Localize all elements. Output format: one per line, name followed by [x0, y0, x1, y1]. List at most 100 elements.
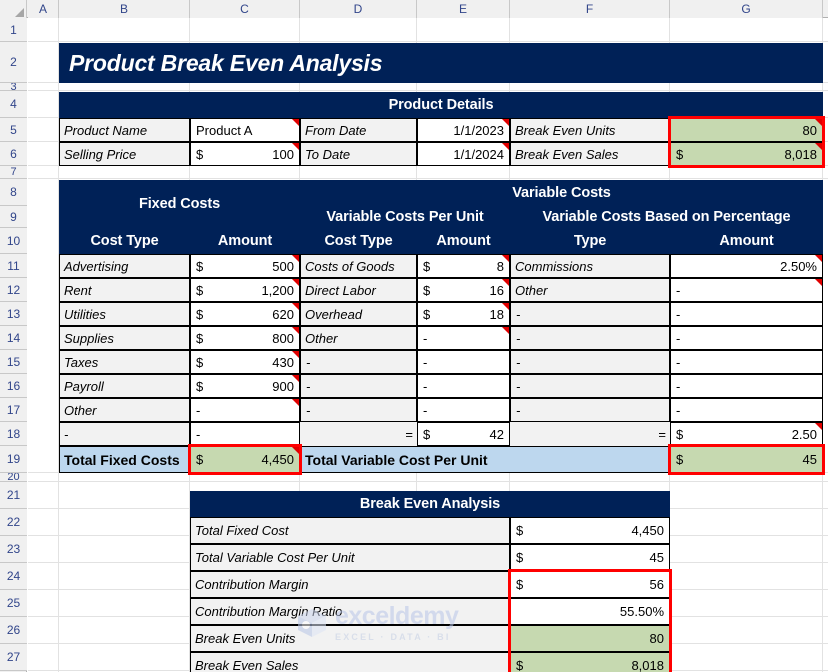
- table-row[interactable]: $ 1,200: [190, 278, 300, 302]
- table-row: Other: [59, 398, 190, 422]
- column-header-c[interactable]: C: [190, 0, 300, 18]
- column-header-b[interactable]: B: [59, 0, 190, 18]
- table-row[interactable]: $ 900: [190, 374, 300, 398]
- fixed-costs-header: Fixed Costs: [59, 180, 300, 228]
- table-row[interactable]: -: [417, 350, 510, 374]
- row-header-1[interactable]: 1: [0, 18, 27, 42]
- amount-value: 800: [272, 330, 294, 346]
- selling-price-label: Selling Price: [59, 142, 190, 166]
- bea-label-contribution-margin: Contribution Margin: [190, 571, 510, 598]
- table-row[interactable]: -: [417, 374, 510, 398]
- amount-value: -: [676, 306, 681, 322]
- bea-value-contribution-margin-ratio[interactable]: 55.50%: [510, 598, 670, 625]
- total-fixed-costs-value[interactable]: $ 4,450: [190, 446, 300, 473]
- from-date-value[interactable]: 1/1/2023: [417, 118, 510, 142]
- currency-symbol: $: [196, 330, 204, 346]
- row-header-7[interactable]: 7: [0, 166, 27, 179]
- row-header-8[interactable]: 8: [0, 179, 27, 206]
- currency-symbol: $: [516, 523, 524, 538]
- table-row[interactable]: 2.50%: [670, 254, 823, 278]
- row-header-25[interactable]: 25: [0, 590, 27, 617]
- table-row[interactable]: $ 800: [190, 326, 300, 350]
- table-row[interactable]: $ 18: [417, 302, 510, 326]
- column-header-f[interactable]: F: [510, 0, 670, 18]
- table-row[interactable]: -: [190, 398, 300, 422]
- column-header-a[interactable]: A: [28, 0, 59, 18]
- sum-number: 2.50: [791, 426, 817, 442]
- variable-per-unit-sum-value[interactable]: $ 42: [417, 422, 510, 446]
- bea-value-break-even-sales[interactable]: $ 8,018: [510, 652, 670, 672]
- variable-costs-per-unit-header: Variable Costs Per Unit: [300, 206, 510, 228]
- column-header-e[interactable]: E: [417, 0, 510, 18]
- total-variable-cost-value[interactable]: $ 45: [670, 446, 823, 473]
- excel-sheet: A B C D E F G 1 2 3 4 5 6 7 8 9 10 11 12…: [0, 0, 828, 672]
- row-header-23[interactable]: 23: [0, 536, 27, 563]
- to-date-value[interactable]: 1/1/2024: [417, 142, 510, 166]
- row-header-17[interactable]: 17: [0, 398, 27, 422]
- bea-value-contribution-margin[interactable]: $ 56: [510, 571, 670, 598]
- table-row: -: [300, 398, 417, 422]
- break-even-units-value-top[interactable]: 80: [670, 118, 823, 142]
- table-row[interactable]: $ 430: [190, 350, 300, 374]
- table-row[interactable]: -: [670, 278, 823, 302]
- table-row: Costs of Goods: [300, 254, 417, 278]
- row-header-15[interactable]: 15: [0, 350, 27, 374]
- bea-value-total-variable-cost[interactable]: $ 45: [510, 544, 670, 571]
- bea-value-break-even-units[interactable]: 80: [510, 625, 670, 652]
- row-header-14[interactable]: 14: [0, 326, 27, 350]
- bea-label-break-even-units: Break Even Units: [190, 625, 510, 652]
- column-header-g[interactable]: G: [670, 0, 823, 18]
- currency-symbol: $: [196, 258, 204, 274]
- amount-value: -: [676, 354, 681, 370]
- variable-percentage-sum-value[interactable]: $ 2.50: [670, 422, 823, 446]
- row-header-10[interactable]: 10: [0, 228, 27, 254]
- amount-value: 2.50%: [780, 258, 817, 274]
- row-header-22[interactable]: 22: [0, 509, 27, 536]
- table-row[interactable]: -: [670, 350, 823, 374]
- product-name-text: Product A: [196, 122, 253, 138]
- selling-price-value[interactable]: $ 100: [190, 142, 300, 166]
- table-row: -: [510, 326, 670, 350]
- table-row[interactable]: -: [670, 302, 823, 326]
- bea-value-total-fixed-cost[interactable]: $ 4,450: [510, 517, 670, 544]
- table-row[interactable]: -: [190, 422, 300, 446]
- row-header-16[interactable]: 16: [0, 374, 27, 398]
- table-row[interactable]: $ 8: [417, 254, 510, 278]
- bea-label-break-even-sales: Break Even Sales: [190, 652, 510, 672]
- row-header-9[interactable]: 9: [0, 206, 27, 228]
- row-header-5[interactable]: 5: [0, 118, 27, 142]
- amount-value: -: [676, 378, 681, 394]
- row-header-6[interactable]: 6: [0, 142, 27, 166]
- fixed-costs-col-cost-type: Cost Type: [59, 228, 190, 254]
- table-row[interactable]: -: [417, 398, 510, 422]
- row-header-24[interactable]: 24: [0, 563, 27, 590]
- row-header-26[interactable]: 26: [0, 617, 27, 644]
- row-header-13[interactable]: 13: [0, 302, 27, 326]
- amount-value: 500: [272, 258, 294, 274]
- table-row[interactable]: -: [670, 326, 823, 350]
- amount-value: 8: [496, 258, 504, 274]
- row-header-3[interactable]: 3: [0, 83, 27, 91]
- column-header-d[interactable]: D: [300, 0, 417, 18]
- row-header-2[interactable]: 2: [0, 42, 27, 83]
- row-header-20[interactable]: 20: [0, 473, 27, 482]
- row-header-12[interactable]: 12: [0, 278, 27, 302]
- table-row[interactable]: -: [670, 398, 823, 422]
- table-row[interactable]: $ 620: [190, 302, 300, 326]
- amount-value: -: [196, 402, 201, 418]
- row-header-11[interactable]: 11: [0, 254, 27, 278]
- table-row[interactable]: $ 500: [190, 254, 300, 278]
- table-row[interactable]: $ 16: [417, 278, 510, 302]
- row-header-4[interactable]: 4: [0, 91, 27, 118]
- row-header-19[interactable]: 19: [0, 446, 27, 473]
- product-name-value[interactable]: Product A: [190, 118, 300, 142]
- table-row[interactable]: -: [670, 374, 823, 398]
- row-header-27[interactable]: 27: [0, 644, 27, 671]
- break-even-sales-value-top[interactable]: $ 8,018: [670, 142, 823, 166]
- row-header-21[interactable]: 21: [0, 482, 27, 509]
- to-date-label: To Date: [300, 142, 417, 166]
- select-all-corner[interactable]: [0, 0, 27, 18]
- table-row[interactable]: -: [417, 326, 510, 350]
- row-header-18[interactable]: 18: [0, 422, 27, 446]
- to-date-text: 1/1/2024: [453, 146, 504, 162]
